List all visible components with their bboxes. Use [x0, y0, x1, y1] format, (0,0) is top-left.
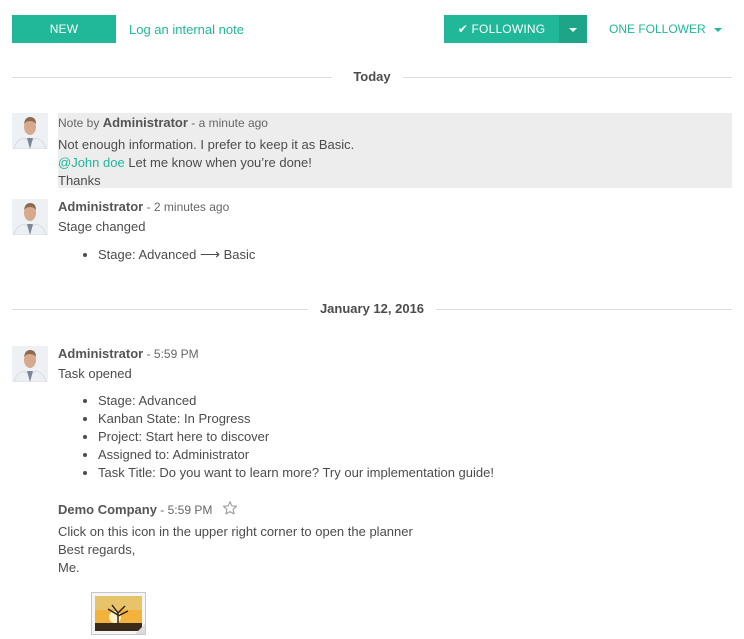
message-header: Note by Administrator - a minute ago: [58, 114, 732, 132]
separator-label: January 12, 2016: [307, 301, 437, 316]
avatar[interactable]: [12, 346, 48, 382]
separator-label: Today: [341, 69, 403, 84]
message-time: - 5:59 PM: [143, 347, 199, 361]
following-button[interactable]: ✔ FOLLOWING: [444, 15, 559, 43]
caret-down-icon: [569, 27, 577, 32]
tracking-label: Stage: Advanced: [98, 247, 197, 262]
following-label: FOLLOWING: [471, 22, 546, 36]
chatter-topbar: NEW MESSAGE Log an internal note ✔ FOLLO…: [12, 15, 732, 64]
author-name[interactable]: Administrator: [103, 115, 188, 130]
following-dropdown-toggle[interactable]: [559, 15, 587, 43]
avatar[interactable]: [12, 199, 48, 235]
tracking-message: Administrator - 5:59 PM Task opened Stag…: [58, 345, 732, 482]
caret-down-icon: [713, 27, 722, 32]
new-message-button[interactable]: NEW MESSAGE: [12, 15, 116, 64]
message-body: Task opened: [58, 366, 132, 381]
tracking-item: Task Title: Do you want to learn more? T…: [98, 464, 732, 482]
tracking-item: Stage: Advanced: [98, 392, 732, 410]
followers-dropdown[interactable]: ONE FOLLOWER: [609, 22, 722, 36]
tracking-message: Administrator - 2 minutes ago Stage chan…: [58, 198, 732, 264]
message-time: - 2 minutes ago: [143, 200, 230, 214]
tracking-item: Kanban State: In Progress: [98, 410, 732, 428]
tracking-item: Assigned to: Administrator: [98, 446, 732, 464]
avatar-image: [12, 199, 48, 235]
author-name[interactable]: Administrator: [58, 199, 143, 214]
tracking-value: Basic: [223, 247, 256, 262]
avatar-image: [12, 346, 48, 382]
arrow-right-icon: ⟶: [199, 246, 221, 262]
message-body: Stage changed: [58, 219, 146, 234]
followers-label: ONE FOLLOWER: [609, 22, 706, 36]
message-body-line: Me.: [58, 560, 80, 575]
message-body-text: Let me know when you’re done!: [124, 155, 312, 170]
tracking-item: Project: Start here to discover: [98, 428, 732, 446]
message-body-line: Thanks: [58, 173, 101, 188]
date-separator-today: Today: [12, 68, 732, 86]
message-body-line: Best regards,: [58, 542, 136, 557]
message-header: Demo Company - 5:59 PM: [58, 500, 732, 521]
attachment-image-icon[interactable]: [90, 591, 147, 637]
company-message: Demo Company - 5:59 PM Click on this ico…: [58, 500, 732, 577]
star-icon[interactable]: [222, 500, 238, 521]
author-name[interactable]: Demo Company: [58, 502, 157, 517]
avatar-image: [12, 113, 48, 149]
message-body-line: Not enough information. I prefer to keep…: [58, 137, 355, 152]
tracking-item: Stage: Advanced ⟶ Basic: [98, 245, 732, 264]
avatar[interactable]: [12, 113, 48, 149]
note-message: Note by Administrator - a minute ago Not…: [58, 113, 732, 188]
message-body-line: @John doe Let me know when you’re done!: [58, 154, 732, 172]
mention-link[interactable]: @John doe: [58, 155, 125, 170]
date-separator-date: January 12, 2016: [12, 300, 732, 318]
message-time: - 5:59 PM: [156, 503, 213, 517]
check-icon: ✔: [457, 22, 468, 36]
log-note-link[interactable]: Log an internal note: [129, 22, 244, 37]
tracking-list: Stage: Advanced ⟶ Basic: [98, 245, 732, 264]
message-time: - a minute ago: [187, 116, 268, 130]
message-header: Administrator - 2 minutes ago: [58, 198, 732, 216]
author-name[interactable]: Administrator: [58, 346, 143, 361]
note-prefix: Note by: [58, 116, 103, 130]
tracking-list: Stage: Advanced Kanban State: In Progres…: [98, 392, 732, 482]
message-body-line: Click on this icon in the upper right co…: [58, 524, 413, 539]
message-header: Administrator - 5:59 PM: [58, 345, 732, 363]
